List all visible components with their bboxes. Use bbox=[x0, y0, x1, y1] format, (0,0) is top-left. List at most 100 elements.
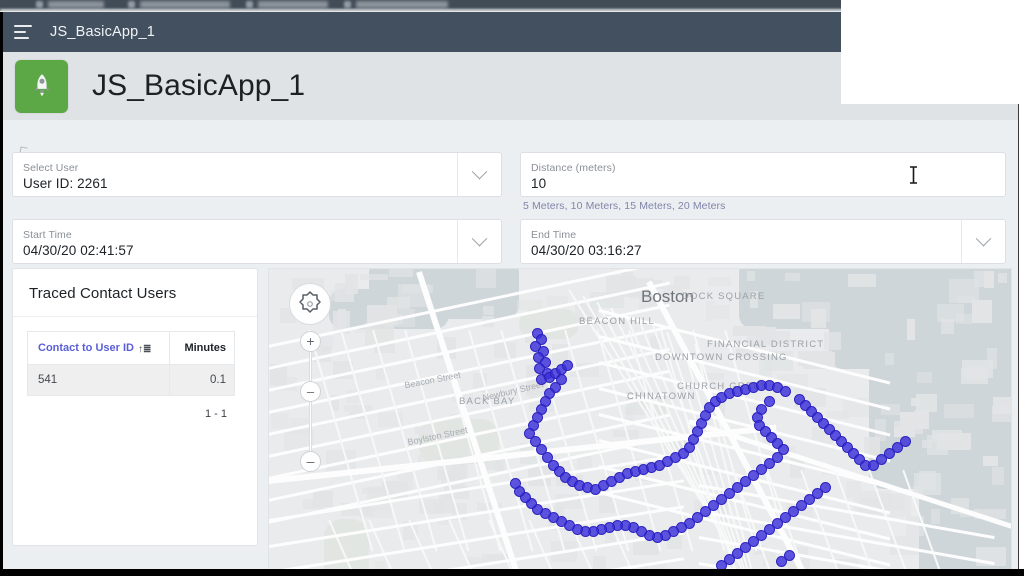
trace-point-marker[interactable] bbox=[900, 436, 911, 447]
hamburger-menu-icon[interactable] bbox=[14, 25, 34, 39]
zoom-in-button[interactable]: + bbox=[300, 331, 321, 352]
map-city-block bbox=[917, 372, 932, 383]
distance-helper-text: 5 Meters, 10 Meters, 15 Meters, 20 Meter… bbox=[523, 200, 726, 212]
select-user-wrapper: Select User User ID: 2261 bbox=[12, 146, 502, 197]
text-cursor-icon bbox=[909, 166, 918, 184]
map-city-block bbox=[983, 455, 998, 467]
traced-contact-users-title: Traced Contact Users bbox=[13, 269, 257, 317]
contacts-table-header-row: Contact to User ID ↑≣ Minutes bbox=[27, 331, 235, 365]
map-city-block bbox=[848, 273, 877, 288]
start-time-wrapper: Start Time 04/30/20 02:41:57 bbox=[12, 219, 502, 264]
table-pagination-label: 1 - 1 bbox=[204, 408, 227, 420]
traced-contact-users-panel: Traced Contact Users Contact to User ID ↑… bbox=[12, 268, 258, 546]
contacts-table-wrapper: Contact to User ID ↑≣ Minutes 541 0.1 1 … bbox=[13, 317, 257, 420]
map-city-block bbox=[943, 403, 975, 418]
map-canvas[interactable]: Boston DOCK SQUARE BEACON HILL FINANCIAL DI… bbox=[269, 269, 1011, 575]
distance-field[interactable]: Distance (meters) 10 bbox=[520, 152, 1006, 197]
contact-trace-map[interactable]: Boston DOCK SQUARE BEACON HILL FINANCIAL DI… bbox=[268, 268, 1012, 576]
map-city-block bbox=[746, 271, 756, 281]
zoom-out-button[interactable]: – bbox=[300, 451, 321, 472]
map-city-block bbox=[785, 273, 800, 282]
distance-wrapper: Distance (meters) 10 5 Meters, 10 Meters… bbox=[520, 152, 1006, 212]
end-time-wrapper: End Time 04/30/20 03:16:27 bbox=[520, 219, 1006, 264]
select-user-value: User ID: 2261 bbox=[23, 175, 108, 191]
map-city-block bbox=[476, 269, 496, 289]
map-city-block bbox=[345, 273, 358, 294]
map-zoom-slider[interactable]: + – – bbox=[300, 331, 321, 472]
map-city-block bbox=[992, 397, 1011, 414]
map-city-block bbox=[899, 412, 930, 429]
column-header-minutes-label: Minutes bbox=[184, 342, 226, 354]
map-city-block bbox=[707, 277, 732, 286]
map-city-block bbox=[914, 472, 941, 496]
form-row-2: Start Time 04/30/20 02:41:57 End Time 04… bbox=[0, 219, 1024, 264]
trace-point-marker[interactable] bbox=[780, 386, 791, 397]
distance-label: Distance (meters) bbox=[531, 161, 616, 174]
map-city-block bbox=[997, 273, 1007, 284]
trace-point-marker[interactable] bbox=[776, 556, 787, 567]
map-city-block bbox=[633, 540, 659, 556]
column-header-contact-to-user-id[interactable]: Contact to User ID ↑≣ bbox=[27, 331, 170, 365]
map-controls: + – – bbox=[289, 283, 335, 472]
end-time-label: End Time bbox=[531, 228, 577, 241]
rocket-icon bbox=[15, 59, 68, 113]
map-city-block bbox=[987, 348, 997, 369]
map-city-block bbox=[910, 397, 921, 406]
end-time-chevron-down-icon[interactable] bbox=[961, 220, 1005, 263]
select-user-label: Select User bbox=[23, 161, 79, 174]
map-city-block bbox=[749, 291, 759, 308]
map-city-block bbox=[302, 499, 324, 510]
column-header-minutes[interactable]: Minutes bbox=[169, 331, 235, 365]
map-city-block bbox=[337, 309, 346, 329]
map-city-block bbox=[320, 335, 333, 351]
map-city-block bbox=[415, 427, 432, 434]
letterbox-bottom bbox=[0, 569, 1024, 576]
map-city-block bbox=[971, 300, 993, 323]
map-city-block bbox=[955, 314, 972, 324]
start-time-field[interactable]: Start Time 04/30/20 02:41:57 bbox=[12, 219, 502, 264]
end-time-inner[interactable]: End Time 04/30/20 03:16:27 bbox=[521, 220, 961, 263]
page-title: JS_BasicApp_1 bbox=[92, 69, 306, 102]
cell-minutes: 0.1 bbox=[169, 364, 235, 396]
select-user-field[interactable]: Select User User ID: 2261 bbox=[12, 152, 502, 197]
map-city-block bbox=[907, 319, 916, 341]
map-city-block bbox=[271, 412, 289, 430]
distance-value: 10 bbox=[531, 175, 547, 191]
map-city-block bbox=[359, 273, 389, 280]
cell-contact-id: 541 bbox=[27, 364, 170, 396]
start-time-inner[interactable]: Start Time 04/30/20 02:41:57 bbox=[13, 220, 457, 263]
map-city-block bbox=[773, 303, 801, 319]
table-row[interactable]: 541 0.1 bbox=[27, 364, 235, 396]
screen-root: JS_BasicApp_1 JS_BasicApp_1 Select User bbox=[0, 0, 1024, 576]
map-city-block bbox=[663, 284, 684, 294]
start-time-label: Start Time bbox=[23, 228, 72, 241]
zoom-slider-thumb[interactable]: – bbox=[300, 381, 321, 402]
form-row-1: Select User User ID: 2261 Distance (mete… bbox=[0, 146, 1024, 212]
select-user-inner[interactable]: Select User User ID: 2261 bbox=[13, 153, 457, 196]
map-city-block bbox=[930, 509, 941, 524]
map-city-block bbox=[992, 466, 1005, 485]
trace-point-marker[interactable] bbox=[562, 360, 573, 371]
map-city-block bbox=[735, 349, 753, 357]
map-city-block bbox=[705, 300, 716, 322]
map-city-block bbox=[973, 271, 993, 288]
map-city-block bbox=[756, 331, 790, 344]
compass-rose-icon[interactable] bbox=[289, 283, 331, 325]
column-header-contact-label: Contact to User ID bbox=[38, 342, 134, 354]
right-edge-strip bbox=[1018, 104, 1024, 576]
map-city-block bbox=[389, 269, 414, 277]
sort-ascending-icon[interactable]: ↑≣ bbox=[138, 344, 151, 355]
map-city-block bbox=[824, 331, 842, 351]
contacts-table: Contact to User ID ↑≣ Minutes 541 0.1 bbox=[27, 331, 235, 396]
map-city-block bbox=[715, 304, 730, 320]
end-time-field[interactable]: End Time 04/30/20 03:16:27 bbox=[520, 219, 1006, 264]
start-time-value: 04/30/20 02:41:57 bbox=[23, 242, 134, 258]
start-time-chevron-down-icon[interactable] bbox=[457, 220, 501, 263]
distance-inner[interactable]: Distance (meters) 10 bbox=[521, 153, 1005, 196]
map-city-block bbox=[885, 352, 894, 365]
select-user-chevron-down-icon[interactable] bbox=[457, 153, 501, 196]
letterbox-left bbox=[0, 12, 3, 576]
map-city-block bbox=[961, 367, 988, 384]
trace-point-marker[interactable] bbox=[510, 478, 521, 489]
app-bar-title: JS_BasicApp_1 bbox=[50, 24, 155, 40]
